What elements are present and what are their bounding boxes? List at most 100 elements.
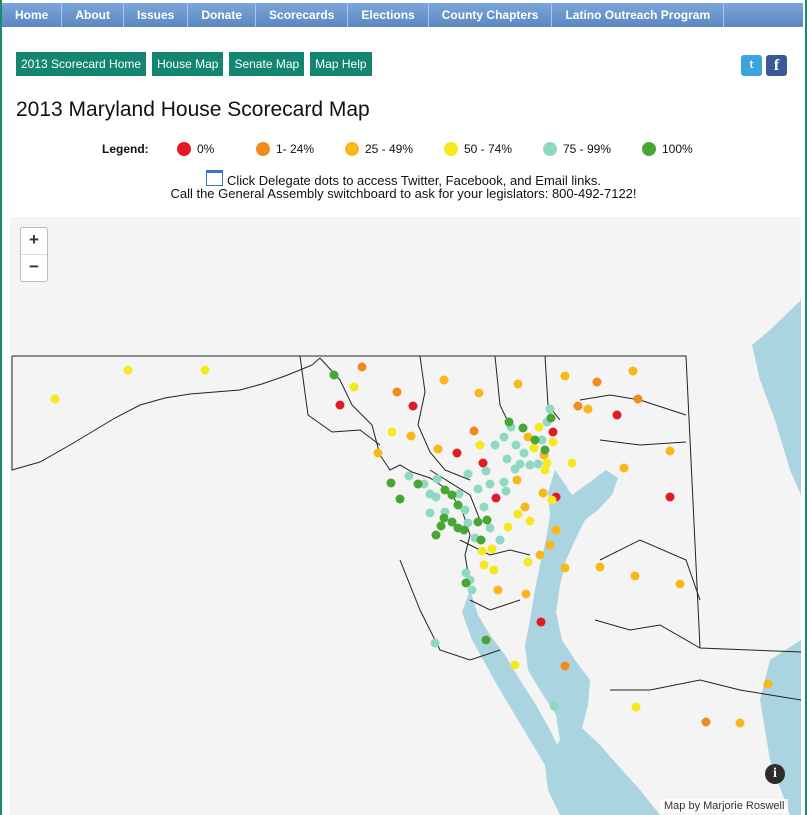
delegate-dot[interactable] bbox=[503, 522, 513, 532]
delegate-dot[interactable] bbox=[404, 471, 414, 481]
delegate-dot[interactable] bbox=[357, 362, 367, 372]
delegate-dot[interactable] bbox=[485, 523, 495, 533]
delegate-dot[interactable] bbox=[512, 475, 522, 485]
delegate-dot[interactable] bbox=[546, 413, 556, 423]
delegate-dot[interactable] bbox=[430, 638, 440, 648]
delegate-dot[interactable] bbox=[504, 417, 514, 427]
delegate-dot[interactable] bbox=[545, 540, 555, 550]
delegate-dot[interactable] bbox=[545, 404, 555, 414]
senate-map-button[interactable]: Senate Map bbox=[229, 52, 305, 76]
nav-issues[interactable]: Issues bbox=[124, 3, 189, 27]
delegate-dot[interactable] bbox=[493, 585, 503, 595]
delegate-dot[interactable] bbox=[551, 525, 561, 535]
delegate-dot[interactable] bbox=[530, 435, 540, 445]
zoom-out-button[interactable]: − bbox=[21, 255, 47, 281]
delegate-dot[interactable] bbox=[495, 535, 505, 545]
delegate-dot[interactable] bbox=[447, 490, 457, 500]
delegate-dot[interactable] bbox=[387, 427, 397, 437]
delegate-dot[interactable] bbox=[548, 437, 558, 447]
nav-donate[interactable]: Donate bbox=[188, 3, 257, 27]
delegate-dot[interactable] bbox=[510, 660, 520, 670]
delegate-dot[interactable] bbox=[665, 446, 675, 456]
scorecard-home-button[interactable]: 2013 Scorecard Home bbox=[16, 52, 147, 76]
delegate-dot[interactable] bbox=[481, 635, 491, 645]
delegate-dot[interactable] bbox=[583, 404, 593, 414]
delegate-dot[interactable] bbox=[406, 431, 416, 441]
delegate-dot[interactable] bbox=[619, 463, 629, 473]
delegate-dot[interactable] bbox=[485, 479, 495, 489]
delegate-dot[interactable] bbox=[476, 535, 486, 545]
delegate-dot[interactable] bbox=[473, 484, 483, 494]
delegate-dot[interactable] bbox=[595, 562, 605, 572]
delegate-dot[interactable] bbox=[123, 365, 133, 375]
delegate-dot[interactable] bbox=[511, 440, 521, 450]
delegate-dot[interactable] bbox=[502, 454, 512, 464]
delegate-dot[interactable] bbox=[665, 492, 675, 502]
nav-scorecards[interactable]: Scorecards bbox=[256, 3, 349, 27]
delegate-dot[interactable] bbox=[469, 426, 479, 436]
delegate-dot[interactable] bbox=[50, 394, 60, 404]
delegate-dot[interactable] bbox=[482, 515, 492, 525]
delegate-dot[interactable] bbox=[525, 516, 535, 526]
delegate-dot[interactable] bbox=[547, 495, 557, 505]
delegate-dot[interactable] bbox=[461, 578, 471, 588]
delegate-dot[interactable] bbox=[479, 502, 489, 512]
delegate-dot[interactable] bbox=[433, 444, 443, 454]
delegate-dot[interactable] bbox=[538, 488, 548, 498]
delegate-dot[interactable] bbox=[487, 544, 497, 554]
delegate-dot[interactable] bbox=[478, 458, 488, 468]
delegate-dot[interactable] bbox=[549, 701, 559, 711]
delegate-dot[interactable] bbox=[413, 479, 423, 489]
delegate-dot[interactable] bbox=[533, 459, 543, 469]
delegate-dot[interactable] bbox=[329, 370, 339, 380]
delegate-dot[interactable] bbox=[436, 521, 446, 531]
delegate-dot[interactable] bbox=[735, 718, 745, 728]
nav-county-chapters[interactable]: County Chapters bbox=[429, 3, 553, 27]
delegate-dot[interactable] bbox=[536, 617, 546, 627]
house-map[interactable]: + − i Map by Marjorie Roswell bbox=[10, 217, 801, 815]
delegate-dot[interactable] bbox=[373, 448, 383, 458]
zoom-in-button[interactable]: + bbox=[21, 228, 47, 255]
delegate-dot[interactable] bbox=[513, 509, 523, 519]
delegate-dot[interactable] bbox=[335, 400, 345, 410]
delegate-dot[interactable] bbox=[501, 486, 511, 496]
delegate-dot[interactable] bbox=[520, 502, 530, 512]
delegate-dot[interactable] bbox=[474, 388, 484, 398]
map-help-button[interactable]: Map Help bbox=[310, 52, 372, 76]
delegate-dot[interactable] bbox=[463, 469, 473, 479]
delegate-dot[interactable] bbox=[475, 440, 485, 450]
delegate-dot[interactable] bbox=[491, 493, 501, 503]
delegate-dot[interactable] bbox=[431, 492, 441, 502]
delegate-dot[interactable] bbox=[763, 679, 773, 689]
delegate-dot[interactable] bbox=[573, 401, 583, 411]
delegate-dot[interactable] bbox=[633, 394, 643, 404]
delegate-dot[interactable] bbox=[481, 466, 491, 476]
delegate-dot[interactable] bbox=[490, 440, 500, 450]
delegate-dot[interactable] bbox=[521, 589, 531, 599]
delegate-dot[interactable] bbox=[675, 579, 685, 589]
delegate-dot[interactable] bbox=[432, 474, 442, 484]
delegate-dot[interactable] bbox=[459, 525, 469, 535]
delegate-dot[interactable] bbox=[519, 448, 529, 458]
delegate-dot[interactable] bbox=[439, 375, 449, 385]
delegate-dot[interactable] bbox=[540, 465, 550, 475]
delegate-dot[interactable] bbox=[513, 379, 523, 389]
delegate-dot[interactable] bbox=[467, 585, 477, 595]
facebook-icon[interactable]: f bbox=[766, 55, 787, 76]
delegate-dot[interactable] bbox=[425, 508, 435, 518]
delegate-dot[interactable] bbox=[499, 432, 509, 442]
delegate-dot[interactable] bbox=[560, 371, 570, 381]
delegate-dot[interactable] bbox=[392, 387, 402, 397]
delegate-dot[interactable] bbox=[431, 530, 441, 540]
delegate-dot[interactable] bbox=[701, 717, 711, 727]
delegate-dot[interactable] bbox=[200, 365, 210, 375]
delegate-dot[interactable] bbox=[529, 443, 539, 453]
delegate-dot[interactable] bbox=[560, 563, 570, 573]
delegate-dot[interactable] bbox=[477, 546, 487, 556]
delegate-dot[interactable] bbox=[479, 560, 489, 570]
delegate-dot[interactable] bbox=[499, 477, 509, 487]
delegate-dot[interactable] bbox=[612, 410, 622, 420]
delegate-dot[interactable] bbox=[567, 458, 577, 468]
delegate-dot[interactable] bbox=[592, 377, 602, 387]
info-icon[interactable]: i bbox=[765, 764, 785, 784]
